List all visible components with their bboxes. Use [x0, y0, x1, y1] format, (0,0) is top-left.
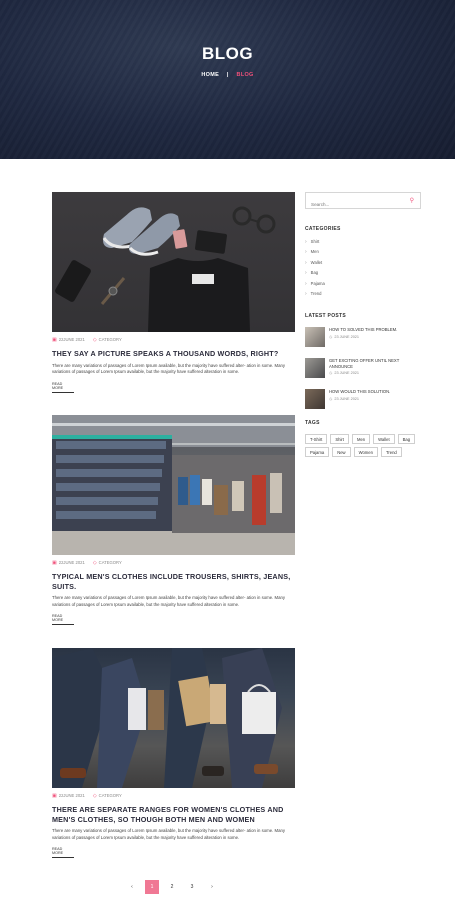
- clock-icon: ◷: [329, 371, 333, 376]
- category-item[interactable]: Men: [305, 247, 421, 257]
- latest-post-item[interactable]: HOW TO SOLVED THIS PROBLEM. ◷ 23 JUNE 202…: [305, 327, 421, 348]
- breadcrumb-home-link[interactable]: HOME: [201, 72, 219, 78]
- category-item[interactable]: Trend: [305, 289, 421, 299]
- post-category[interactable]: ◇ CATEGORY: [93, 560, 122, 566]
- pagination-page-1[interactable]: 1: [145, 880, 159, 894]
- read-more-link[interactable]: READ MORE: [52, 382, 74, 393]
- calendar-icon: ▣: [52, 337, 57, 343]
- breadcrumb-current: BLOG: [236, 72, 254, 78]
- pagination-page-3[interactable]: 3: [185, 880, 199, 894]
- latest-posts-list: HOW TO SOLVED THIS PROBLEM. ◷ 23 JUNE 202…: [305, 327, 421, 410]
- breadcrumb: HOME | BLOG: [0, 72, 455, 78]
- latest-post-thumbnail[interactable]: [305, 358, 325, 379]
- tags-heading: TAGS: [305, 420, 320, 427]
- post-image[interactable]: [52, 415, 295, 555]
- tag-chip[interactable]: Men: [351, 434, 371, 445]
- blog-post: ▣ 22JUNE 2021 ◇ CATEGORY TYPICAL MEN'S CLO…: [52, 415, 295, 626]
- post-image[interactable]: [52, 648, 295, 788]
- tag-chip[interactable]: T-Shirt: [305, 434, 328, 445]
- pagination-next-button[interactable]: ›: [205, 880, 219, 894]
- tag-icon: ◇: [92, 560, 97, 566]
- post-meta: ▣ 22JUNE 2021 ◇ CATEGORY: [52, 337, 295, 343]
- category-item[interactable]: Bag: [305, 268, 421, 278]
- tag-chip[interactable]: Bag: [397, 434, 416, 445]
- post-meta: ▣ 22JUNE 2021 ◇ CATEGORY: [52, 793, 295, 799]
- post-title[interactable]: THERE ARE SEPARATE RANGES FOR WOMEN'S CL…: [52, 805, 295, 824]
- tag-chip[interactable]: Shirt: [330, 434, 349, 445]
- latest-post-thumbnail[interactable]: [305, 327, 325, 348]
- category-item[interactable]: Shirt: [305, 237, 421, 247]
- post-excerpt: There are many variations of passages of…: [52, 362, 286, 375]
- page-title: BLOG: [201, 44, 254, 63]
- search-box: ⚲: [305, 192, 421, 212]
- latest-posts-heading: LATEST POSTS: [305, 313, 347, 320]
- pagination-prev-button[interactable]: ‹: [125, 880, 139, 894]
- post-category[interactable]: ◇ CATEGORY: [93, 337, 122, 343]
- tag-chip[interactable]: New: [332, 447, 351, 458]
- tag-icon: ◇: [92, 337, 97, 343]
- category-item[interactable]: Pajama: [305, 279, 421, 289]
- clock-icon: ◷: [329, 396, 333, 401]
- tag-icon: ◇: [92, 793, 97, 799]
- post-image[interactable]: [52, 192, 295, 332]
- latest-post-date: ◷ 23 JUNE 2021: [329, 334, 360, 339]
- latest-post-title[interactable]: HOW WOULD THIS SOLUTION.: [329, 389, 390, 394]
- latest-post-title[interactable]: HOW TO SOLVED THIS PROBLEM.: [329, 327, 397, 332]
- post-category[interactable]: ◇ CATEGORY: [93, 793, 122, 799]
- sneakers-flatlay-image: [55, 206, 276, 332]
- shopping-bags-image: [52, 648, 282, 788]
- post-date: ▣ 22JUNE 2021: [52, 337, 85, 343]
- categories-heading: CATEGORIES: [305, 226, 341, 232]
- tag-chip[interactable]: Wallet: [373, 434, 395, 445]
- calendar-icon: ▣: [52, 560, 57, 566]
- post-title[interactable]: THEY SAY A PICTURE SPEAKS A THOUSAND WOR…: [52, 349, 295, 359]
- category-item[interactable]: Wallet: [305, 258, 421, 268]
- post-excerpt: There are many variations of passages of…: [52, 828, 286, 840]
- sidebar: ⚲ CATEGORIES Shirt Men Wallet Bag Pajama…: [305, 192, 421, 458]
- page-hero: BLOG HOME | BLOG: [0, 0, 455, 159]
- search-icon[interactable]: ⚲: [410, 197, 414, 204]
- tag-chip[interactable]: Trend: [380, 447, 402, 458]
- search-input[interactable]: [306, 197, 401, 212]
- tag-chip[interactable]: Women: [353, 447, 378, 458]
- tag-chip[interactable]: Pajama: [305, 447, 330, 458]
- post-title[interactable]: TYPICAL MEN'S CLOTHES INCLUDE TROUSERS, …: [52, 572, 295, 591]
- post-date: ▣ 22JUNE 2021: [52, 560, 85, 566]
- latest-post-item[interactable]: GET EXCITING OFFER UNTIL NEXT ANNOUNCE ◷…: [305, 358, 421, 379]
- post-excerpt: There are many variations of passages of…: [52, 595, 286, 607]
- latest-post-thumbnail[interactable]: [305, 389, 325, 410]
- post-date: ▣ 22JUNE 2021: [52, 793, 85, 799]
- latest-post-item[interactable]: HOW WOULD THIS SOLUTION. ◷ 23 JUNE 2021: [305, 389, 421, 410]
- blog-post: ▣ 22JUNE 2021 ◇ CATEGORY THERE ARE SEPARAT…: [52, 648, 295, 859]
- read-more-link[interactable]: READ MORE: [52, 614, 74, 626]
- clock-icon: ◷: [329, 334, 333, 339]
- latest-post-date: ◷ 23 JUNE 2021: [329, 396, 360, 401]
- calendar-icon: ▣: [52, 793, 57, 799]
- pagination: ‹ 1 2 3 ›: [125, 880, 219, 894]
- blog-post: ▣ 22JUNE 2021 ◇ CATEGORY THEY SAY A PICTUR…: [52, 192, 295, 394]
- post-meta: ▣ 22JUNE 2021 ◇ CATEGORY: [52, 560, 295, 566]
- latest-post-date: ◷ 23 JUNE 2021: [329, 371, 360, 376]
- latest-post-title[interactable]: GET EXCITING OFFER UNTIL NEXT ANNOUNCE: [329, 358, 421, 369]
- read-more-link[interactable]: READ MORE: [52, 847, 74, 859]
- breadcrumb-separator: |: [226, 72, 229, 78]
- tag-cloud: T-Shirt Shirt Men Wallet Bag Pajama New …: [305, 434, 421, 458]
- category-list: Shirt Men Wallet Bag Pajama Trend: [305, 237, 421, 299]
- pagination-page-2[interactable]: 2: [165, 880, 179, 894]
- clothing-store-image: [52, 415, 295, 555]
